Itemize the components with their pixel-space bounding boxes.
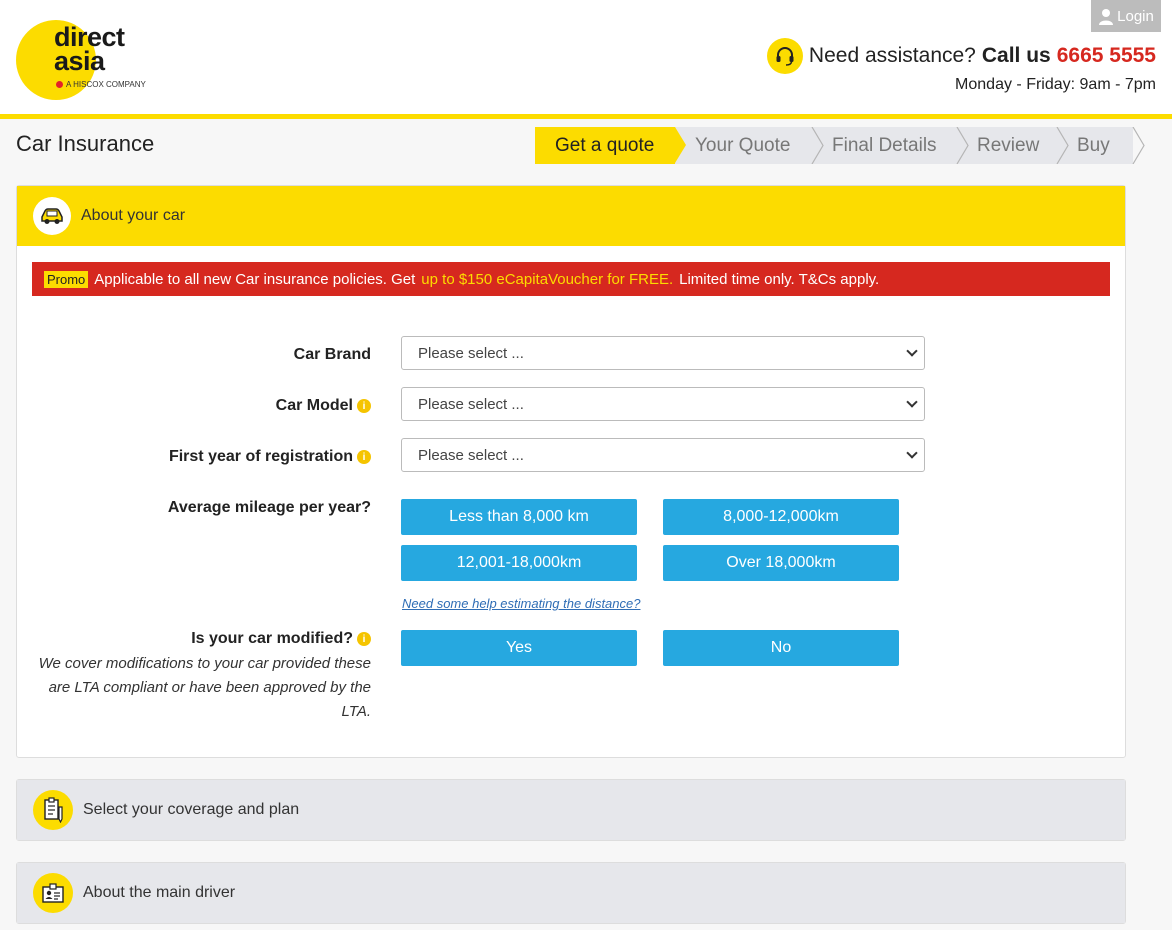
- coverage-header[interactable]: Select your coverage and plan: [17, 780, 1125, 840]
- car-brand-label: Car Brand: [294, 346, 371, 364]
- mileage-label: Average mileage per year?: [168, 499, 371, 517]
- mileage-option-button[interactable]: Over 18,000km: [663, 545, 899, 581]
- info-icon[interactable]: i: [357, 450, 371, 464]
- car-model-select[interactable]: Please select ...: [401, 387, 925, 421]
- promo-tag: Promo: [44, 270, 89, 288]
- driver-heading: About the main driver: [83, 884, 236, 901]
- modified-label: Is your car modified? i: [191, 630, 371, 648]
- info-icon[interactable]: i: [357, 399, 371, 413]
- chevron-down-icon: [906, 345, 918, 357]
- chevron-down-icon: [906, 396, 918, 408]
- directasia-logo[interactable]: direct asia A HISCOX COMPANY: [16, 20, 156, 100]
- step-arrow: [675, 127, 686, 163]
- logo-subtitle: A HISCOX COMPANY: [56, 80, 146, 89]
- step-separator: [1132, 127, 1145, 164]
- modified-label-text: Is your car modified?: [191, 630, 353, 647]
- progress-steps: Get a quote Your Quote Final Details Rev…: [535, 127, 1145, 164]
- logo-red-dot: [56, 81, 63, 88]
- car-brand-value: Please select ...: [418, 344, 524, 362]
- page-title: Car Insurance: [16, 131, 155, 156]
- mileage-option-button[interactable]: Less than 8,000 km: [401, 499, 637, 535]
- step-label: Final Details: [832, 135, 937, 156]
- office-hours: Monday - Friday: 9am - 7pm: [955, 76, 1156, 93]
- id-card-icon: [33, 873, 73, 913]
- step-label: Your Quote: [695, 135, 791, 156]
- promo-highlight: up to $150 eCapitaVoucher for FREE.: [421, 270, 674, 288]
- promo-text-2: Limited time only. T&Cs apply.: [679, 270, 880, 288]
- login-button[interactable]: Login: [1091, 0, 1161, 32]
- assist-question: Need assistance?: [808, 44, 976, 67]
- coverage-panel: Select your coverage and plan: [16, 779, 1126, 841]
- about-car-heading: About your car: [81, 207, 186, 224]
- car-model-value: Please select ...: [418, 395, 524, 413]
- login-label: Login: [1117, 7, 1154, 25]
- modified-yes-button[interactable]: Yes: [401, 630, 637, 666]
- step-your-quote: Your Quote: [675, 127, 824, 164]
- about-car-header[interactable]: About your car: [17, 186, 1125, 246]
- about-car-panel: About your car Promo Applicable to all n…: [16, 185, 1126, 758]
- site-header: direct asia A HISCOX COMPANY Login Need …: [0, 0, 1172, 119]
- mileage-option-button[interactable]: 8,000-12,000km: [663, 499, 899, 535]
- promo-text-1: Applicable to all new Car insurance poli…: [94, 270, 416, 288]
- step-separator: [956, 127, 969, 164]
- first-year-select[interactable]: Please select ...: [401, 438, 925, 472]
- mileage-help-link[interactable]: Need some help estimating the distance?: [402, 596, 640, 611]
- car-model-label-text: Car Model: [275, 397, 353, 414]
- car-brand-label-text: Car Brand: [293, 346, 371, 363]
- assistance-bar: Need assistance? Call us 6665 5555: [766, 38, 1156, 74]
- promo-banner: Promo Applicable to all new Car insuranc…: [32, 262, 1110, 296]
- mileage-label-text: Average mileage per year?: [167, 499, 371, 516]
- step-label: Buy: [1077, 135, 1110, 156]
- step-label: Review: [977, 135, 1040, 156]
- coverage-heading: Select your coverage and plan: [83, 801, 300, 818]
- checklist-icon: [33, 790, 73, 830]
- info-icon[interactable]: i: [357, 632, 371, 646]
- first-year-value: Please select ...: [418, 446, 524, 464]
- first-year-label-text: First year of registration: [168, 448, 353, 465]
- step-review: Review: [957, 127, 1069, 164]
- step-get-a-quote: Get a quote: [535, 127, 686, 164]
- step-final-details: Final Details: [812, 127, 969, 164]
- mileage-option-button[interactable]: 12,001-18,000km: [401, 545, 637, 581]
- logo-sub-text: A HISCOX COMPANY: [66, 80, 146, 89]
- driver-panel: About the main driver: [16, 862, 1126, 924]
- driver-header[interactable]: About the main driver: [17, 863, 1125, 923]
- modified-no-button[interactable]: No: [663, 630, 899, 666]
- headset-icon: [766, 38, 803, 74]
- modified-note: We cover modifications to your car provi…: [38, 655, 371, 720]
- car-brand-select[interactable]: Please select ...: [401, 336, 925, 370]
- car-icon: [33, 197, 71, 235]
- step-label: Get a quote: [555, 135, 655, 156]
- step-separator: [1056, 127, 1069, 164]
- step-separator: [811, 127, 824, 164]
- first-year-label: First year of registration i: [169, 448, 371, 466]
- logo-word-asia: asia: [54, 46, 105, 76]
- assist-phone-number[interactable]: 6665 5555: [1057, 44, 1156, 68]
- car-model-label: Car Model i: [276, 397, 371, 415]
- chevron-down-icon: [906, 447, 918, 459]
- user-icon: [1099, 8, 1114, 25]
- assist-call-label: Call us: [981, 44, 1051, 67]
